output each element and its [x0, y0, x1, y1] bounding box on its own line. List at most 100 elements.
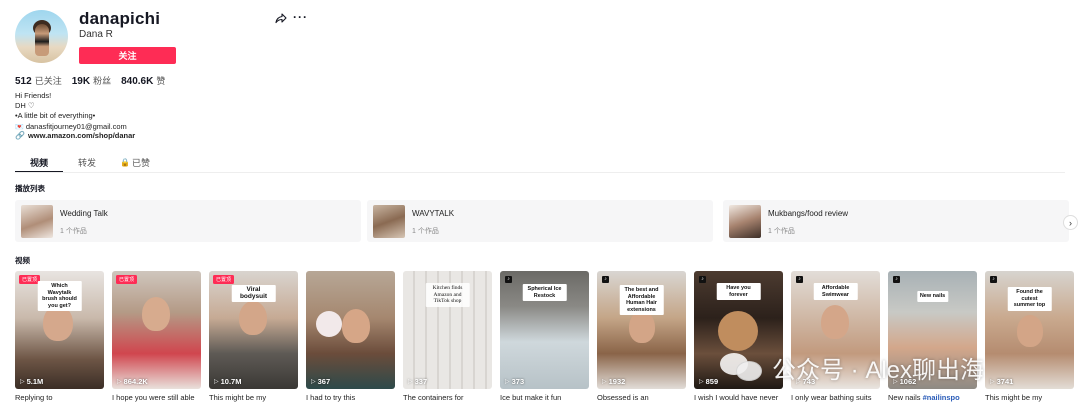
play-icon: ▷ — [214, 379, 219, 385]
video-card[interactable]: ♪ Found the cutest summer top ▷ 3741 This… — [985, 271, 1074, 402]
tab-videos[interactable]: 视频 — [15, 153, 63, 171]
video-thumbnail[interactable]: ♪ Spherical Ice Restock ▷ 373 — [500, 271, 589, 389]
playlist-thumbnail — [373, 205, 405, 238]
likes-count: 840.6K 赞 — [121, 76, 166, 87]
video-description[interactable]: The containers for — [403, 393, 492, 402]
profile-stats: 512 已关注 19K 粉丝 840.6K 赞 — [15, 74, 165, 87]
play-icon: ▷ — [117, 379, 122, 385]
playlist-card[interactable]: Wedding Talk 1 个作品 — [15, 200, 361, 242]
video-description[interactable]: I hope you were still able — [112, 393, 201, 402]
video-description[interactable]: This might be my — [985, 393, 1074, 402]
video-thumbnail[interactable]: 已置顶 Which Wavytalk brush should you get?… — [15, 271, 104, 389]
video-play-count: ▷ 10.7M — [214, 377, 242, 386]
video-thumbnail[interactable]: 已置顶 Viral bodysuit ▷ 10.7M — [209, 271, 298, 389]
play-icon: ▷ — [699, 379, 704, 385]
video-play-count: ▷ 373 — [505, 377, 525, 386]
tab-divider — [15, 172, 1065, 173]
playlist-thumbnail — [21, 205, 53, 238]
video-caption-overlay: Viral bodysuit — [231, 285, 276, 302]
bio-line: DH ♡ — [15, 101, 35, 111]
video-thumbnail[interactable]: ♪ Found the cutest summer top ▷ 3741 — [985, 271, 1074, 389]
playlist-title: Mukbangs/food review — [768, 209, 849, 218]
video-description[interactable]: I only wear bathing suits — [791, 393, 880, 402]
playlist-title: WAVYTALK — [412, 209, 455, 218]
video-play-count: ▷ 3741 — [990, 377, 1014, 386]
following-count[interactable]: 512 已关注 — [15, 74, 62, 87]
play-icon: ▷ — [20, 379, 25, 385]
video-card[interactable]: Kitchen finds Amazon and TikTok shop ▷ 33… — [403, 271, 492, 402]
video-thumbnail[interactable]: Kitchen finds Amazon and TikTok shop ▷ 33… — [403, 271, 492, 389]
pinned-badge: 已置顶 — [213, 275, 235, 284]
video-caption-overlay: Affordable Swimwear — [813, 283, 858, 300]
video-description[interactable]: Obsessed is an — [597, 393, 686, 402]
bio-link-text[interactable]: www.amazon.com/shop/danar — [28, 131, 135, 140]
share-icon[interactable] — [275, 12, 287, 24]
tiktok-logo-icon: ♪ — [990, 276, 997, 283]
playlist-next-arrow-icon[interactable]: › — [1063, 215, 1078, 230]
bio-line: Hi Friends! — [15, 91, 52, 100]
bio-link[interactable]: 🔗 www.amazon.com/shop/danar — [15, 131, 135, 140]
playlist-card[interactable]: WAVYTALK 1 个作品 — [367, 200, 713, 242]
video-description[interactable]: This might be my — [209, 393, 298, 402]
username: danapichi — [79, 9, 161, 28]
video-description[interactable]: New nails #nailinspo — [888, 393, 977, 402]
bio-line: •A little bit of everything• — [15, 111, 96, 121]
tiktok-logo-icon: ♪ — [699, 276, 706, 283]
video-caption-overlay: Found the cutest summer top — [1007, 287, 1052, 311]
bio-email: danasfitjourney01@gmail.com — [25, 121, 127, 131]
video-caption-overlay: Have you forever — [716, 283, 761, 300]
tab-reposts[interactable]: 转发 — [63, 153, 111, 171]
video-description[interactable]: Ice but make it fun — [500, 393, 589, 402]
video-play-count: ▷ 367 — [311, 377, 331, 386]
play-icon: ▷ — [602, 379, 607, 385]
video-description[interactable]: I wish I would have never — [694, 393, 783, 402]
playlist-title: Wedding Talk — [60, 209, 108, 218]
followers-count[interactable]: 19K 粉丝 — [72, 74, 111, 87]
tiktok-logo-icon: ♪ — [796, 276, 803, 283]
avatar[interactable] — [15, 10, 68, 63]
hashtag-link[interactable]: #nailinspo — [923, 393, 960, 402]
tiktok-logo-icon: ♪ — [602, 276, 609, 283]
video-description[interactable]: I had to try this — [306, 393, 395, 402]
video-thumbnail[interactable]: ▷ 367 — [306, 271, 395, 389]
playlist-count: 1 个作品 — [60, 228, 87, 235]
pinned-badge: 已置顶 — [116, 275, 138, 284]
video-card[interactable]: 已置顶 Viral bodysuit ▷ 10.7M This might be … — [209, 271, 298, 402]
playlist-card[interactable]: Mukbangs/food review 1 个作品 — [723, 200, 1069, 242]
video-card[interactable]: 已置顶 ▷ 864.2K I hope you were still able — [112, 271, 201, 402]
play-icon: ▷ — [408, 379, 413, 385]
watermark-text: 公众号 · Alex聊出海 — [772, 356, 985, 384]
play-icon: ▷ — [990, 379, 995, 385]
profile-tabs: 视频 转发 🔒 已赞 — [15, 153, 159, 171]
video-play-count: ▷ 1932 — [602, 377, 626, 386]
tab-liked[interactable]: 🔒 已赞 — [111, 153, 159, 171]
video-play-count: ▷ 864.2K — [117, 377, 148, 386]
playlist-count: 1 个作品 — [768, 228, 795, 235]
play-icon: ▷ — [311, 379, 316, 385]
video-card[interactable]: ▷ 367 I had to try this — [306, 271, 395, 402]
video-play-count: ▷ 859 — [699, 377, 719, 386]
video-thumbnail[interactable]: ♪ The best and Affordable Human Hair ext… — [597, 271, 686, 389]
more-options-icon[interactable]: ··· — [293, 11, 308, 23]
follow-button[interactable]: 关注 — [79, 47, 176, 64]
video-caption-overlay: Spherical Ice Restock — [522, 284, 567, 301]
video-caption-overlay: The best and Affordable Human Hair exten… — [619, 285, 664, 315]
link-icon: 🔗 — [15, 131, 25, 140]
video-caption-overlay: New nails — [916, 291, 949, 302]
tiktok-logo-icon: ♪ — [893, 276, 900, 283]
video-thumbnail[interactable]: 已置顶 ▷ 864.2K — [112, 271, 201, 389]
play-icon: ▷ — [505, 379, 510, 385]
playlist-thumbnail — [729, 205, 761, 238]
playlist-count: 1 个作品 — [412, 228, 439, 235]
video-card[interactable]: ♪ Spherical Ice Restock ▷ 373 Ice but mak… — [500, 271, 589, 402]
video-description[interactable]: Replying to — [15, 393, 104, 402]
nickname: Dana R — [79, 29, 113, 40]
playlists-heading: 播放列表 — [15, 184, 45, 193]
video-play-count: ▷ 337 — [408, 377, 428, 386]
video-card[interactable]: 已置顶 Which Wavytalk brush should you get?… — [15, 271, 104, 402]
video-card[interactable]: ♪ The best and Affordable Human Hair ext… — [597, 271, 686, 402]
envelope-heart-icon: 💌 — [15, 123, 24, 131]
video-caption-overlay: Kitchen finds Amazon and TikTok shop — [425, 283, 470, 307]
video-play-count: ▷ 5.1M — [20, 377, 44, 386]
lock-icon: 🔒 — [120, 157, 130, 167]
